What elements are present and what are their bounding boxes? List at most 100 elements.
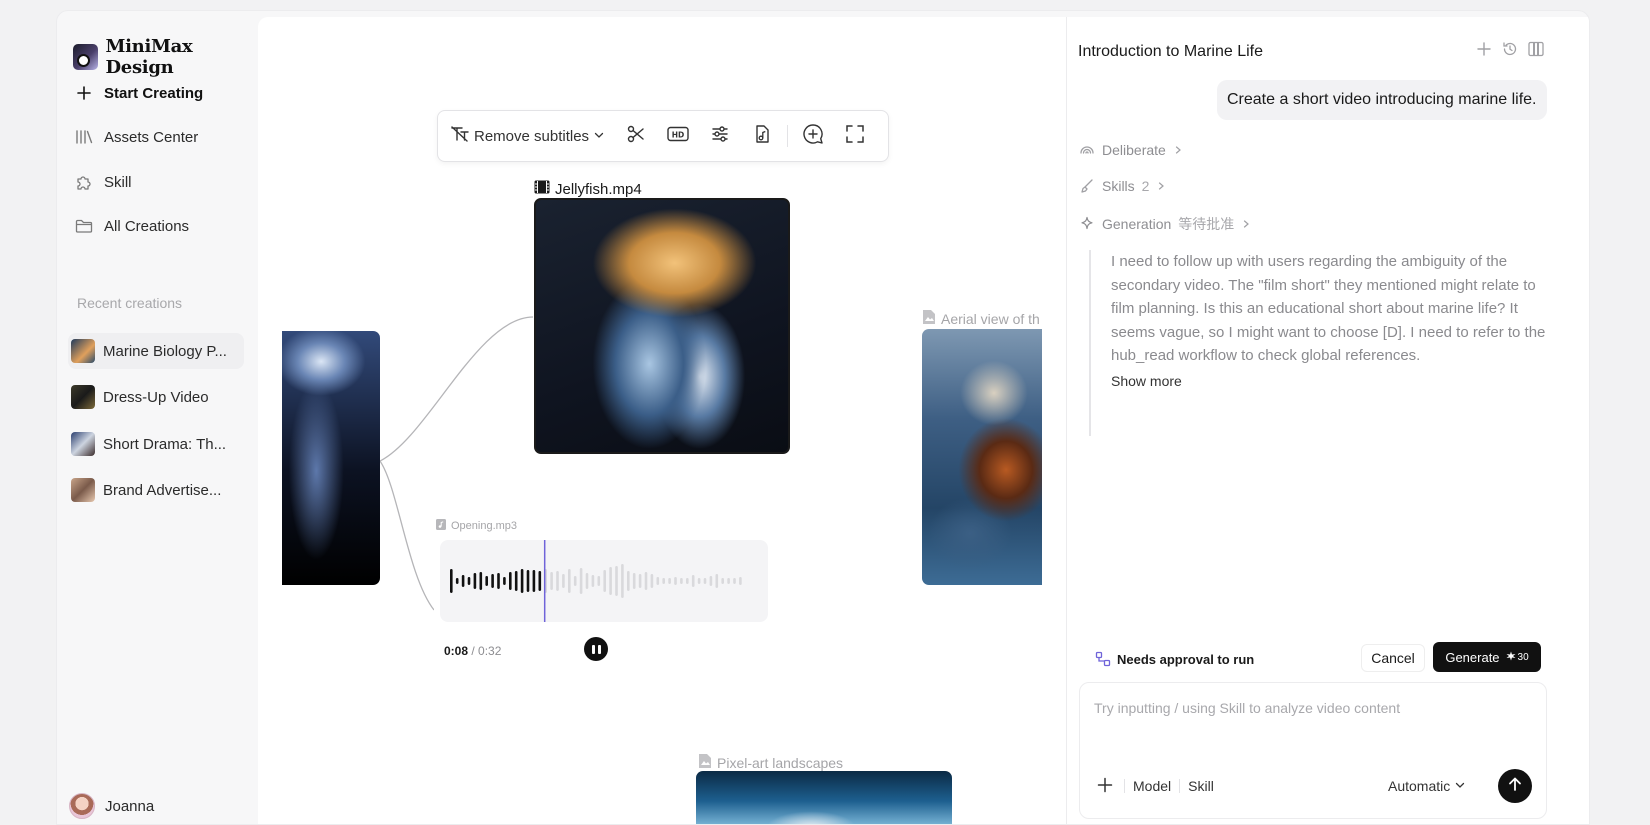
assistant-thought-text: I need to follow up with users regarding… [1111,253,1546,364]
recent-thumbnail [71,432,95,456]
wave-signal-icon [1079,142,1095,158]
sliders-icon [710,124,730,149]
app-logo[interactable]: MiniMax Design [73,36,257,78]
add-comment-button[interactable] [792,120,834,152]
nav-start-creating[interactable]: Start Creating [71,77,247,109]
nav-assets-center[interactable]: Assets Center [71,121,247,153]
comment-plus-icon [802,123,824,150]
waveform-bar [509,572,512,590]
waveform-bar [526,570,530,592]
audio-total-time: / 0:32 [468,644,502,658]
library-icon [74,127,94,147]
user-profile[interactable]: Joanna [69,793,154,819]
panel-layout-icon[interactable] [1528,41,1544,57]
waveform-bar [686,578,689,584]
recent-creations-heading: Recent creations [77,295,183,311]
waveform-bar [520,569,524,593]
generate-button[interactable]: Generate 30 [1433,642,1541,672]
waveform-bar [479,572,483,590]
svg-text:HD: HD [672,130,685,139]
logo-icon [73,44,98,70]
audio-current-time: 0:08 [444,644,469,658]
nav-label: Start Creating [104,84,204,102]
avatar [69,793,95,819]
pause-icon [591,644,595,654]
fullscreen-button[interactable] [834,120,876,152]
jellyfish-video-node[interactable] [534,198,790,454]
waveform-bar [461,575,465,587]
composer-divider [1124,779,1125,793]
toolbar-divider [787,125,789,147]
attach-button[interactable] [1094,775,1116,797]
canvas[interactable]: Remove subtitles HD Jellyfish.mp4 Aerial… [258,17,1066,824]
pause-button[interactable] [584,637,608,661]
chevron-right-icon [1241,216,1251,232]
step-generation[interactable]: Generation 等待批准 [1079,214,1251,234]
image-file-icon [698,753,712,772]
generate-label: Generate [1445,649,1500,665]
recent-item[interactable]: Short Drama: Th... [68,426,244,462]
film-icon [534,180,550,198]
recent-item[interactable]: Marine Biology P... [68,333,244,369]
waveform-bar [562,574,565,588]
skill-selector[interactable]: Skill [1188,778,1214,794]
audio-filename: Opening.mp3 [451,520,518,532]
cancel-button[interactable]: Cancel [1361,644,1425,672]
recent-label: Dress-Up Video [103,388,209,406]
waveform-bar [733,578,736,584]
jellyfish-node-label: Jellyfish.mp4 [534,180,642,198]
panel-actions [1476,41,1544,57]
hd-button[interactable]: HD [657,120,699,152]
show-more-link[interactable]: Show more [1111,373,1182,389]
pixel-art-image-node[interactable] [696,771,952,824]
history-icon[interactable] [1502,41,1518,57]
workflow-icon [1095,651,1111,667]
pixel-node-label: Pixel-art landscapes [698,753,843,772]
waveform-bar [556,571,559,591]
music-file-icon [436,519,446,533]
waveform-bar [709,576,713,586]
recent-item[interactable]: Brand Advertise... [68,472,244,508]
adjust-button[interactable] [699,120,741,152]
aerial-filename: Aerial view of th [941,310,1040,327]
playhead[interactable] [543,540,546,622]
waveform-bar [491,574,494,588]
composer-input[interactable]: Try inputting / using Skill to analyze v… [1094,700,1400,716]
nav-all-creations[interactable]: All Creations [71,210,247,242]
waveform-bar [467,577,471,585]
arrow-up-icon [1507,776,1523,797]
brush-icon [1079,178,1095,194]
jellyfish-source-image[interactable] [282,331,380,585]
remove-subtitles-label: Remove subtitles [474,127,590,145]
app-name: MiniMax Design [105,36,193,78]
generation-status: 等待批准 [1178,216,1235,232]
recent-thumbnail [71,385,95,409]
recent-item[interactable]: Dress-Up Video [68,379,244,415]
remove-subtitles-dropdown[interactable]: Remove subtitles [450,125,615,147]
message-composer[interactable]: Try inputting / using Skill to analyze v… [1079,682,1547,819]
audio-time: 0:08 / 0:32 [444,644,501,658]
nav-skill[interactable]: Skill [71,166,247,198]
mode-label: Automatic [1388,778,1451,794]
audio-player-node[interactable]: 0:08 / 0:32 [434,540,768,664]
scissors-icon [626,124,646,149]
waveform-bar [450,569,453,593]
step-skills[interactable]: Skills 2 [1079,178,1166,194]
waveform-bar [573,576,577,586]
waveform-bar [727,578,730,584]
aerial-ocean-image-node[interactable] [922,329,1042,585]
cut-button[interactable] [615,120,657,152]
credit-cost: 30 [1506,651,1529,664]
waveform-bar [514,571,518,591]
audio-file-button[interactable] [741,120,783,152]
waveform-bar [644,572,648,590]
step-deliberate[interactable]: Deliberate [1079,142,1183,158]
new-chat-icon[interactable] [1476,41,1492,57]
mode-dropdown[interactable]: Automatic [1388,778,1466,794]
waveform-bar [615,566,618,596]
send-button[interactable] [1498,769,1532,803]
audio-waveform[interactable] [440,540,768,622]
waveform-bar [538,571,542,591]
waveform-bar [739,577,742,585]
model-selector[interactable]: Model [1133,778,1171,794]
